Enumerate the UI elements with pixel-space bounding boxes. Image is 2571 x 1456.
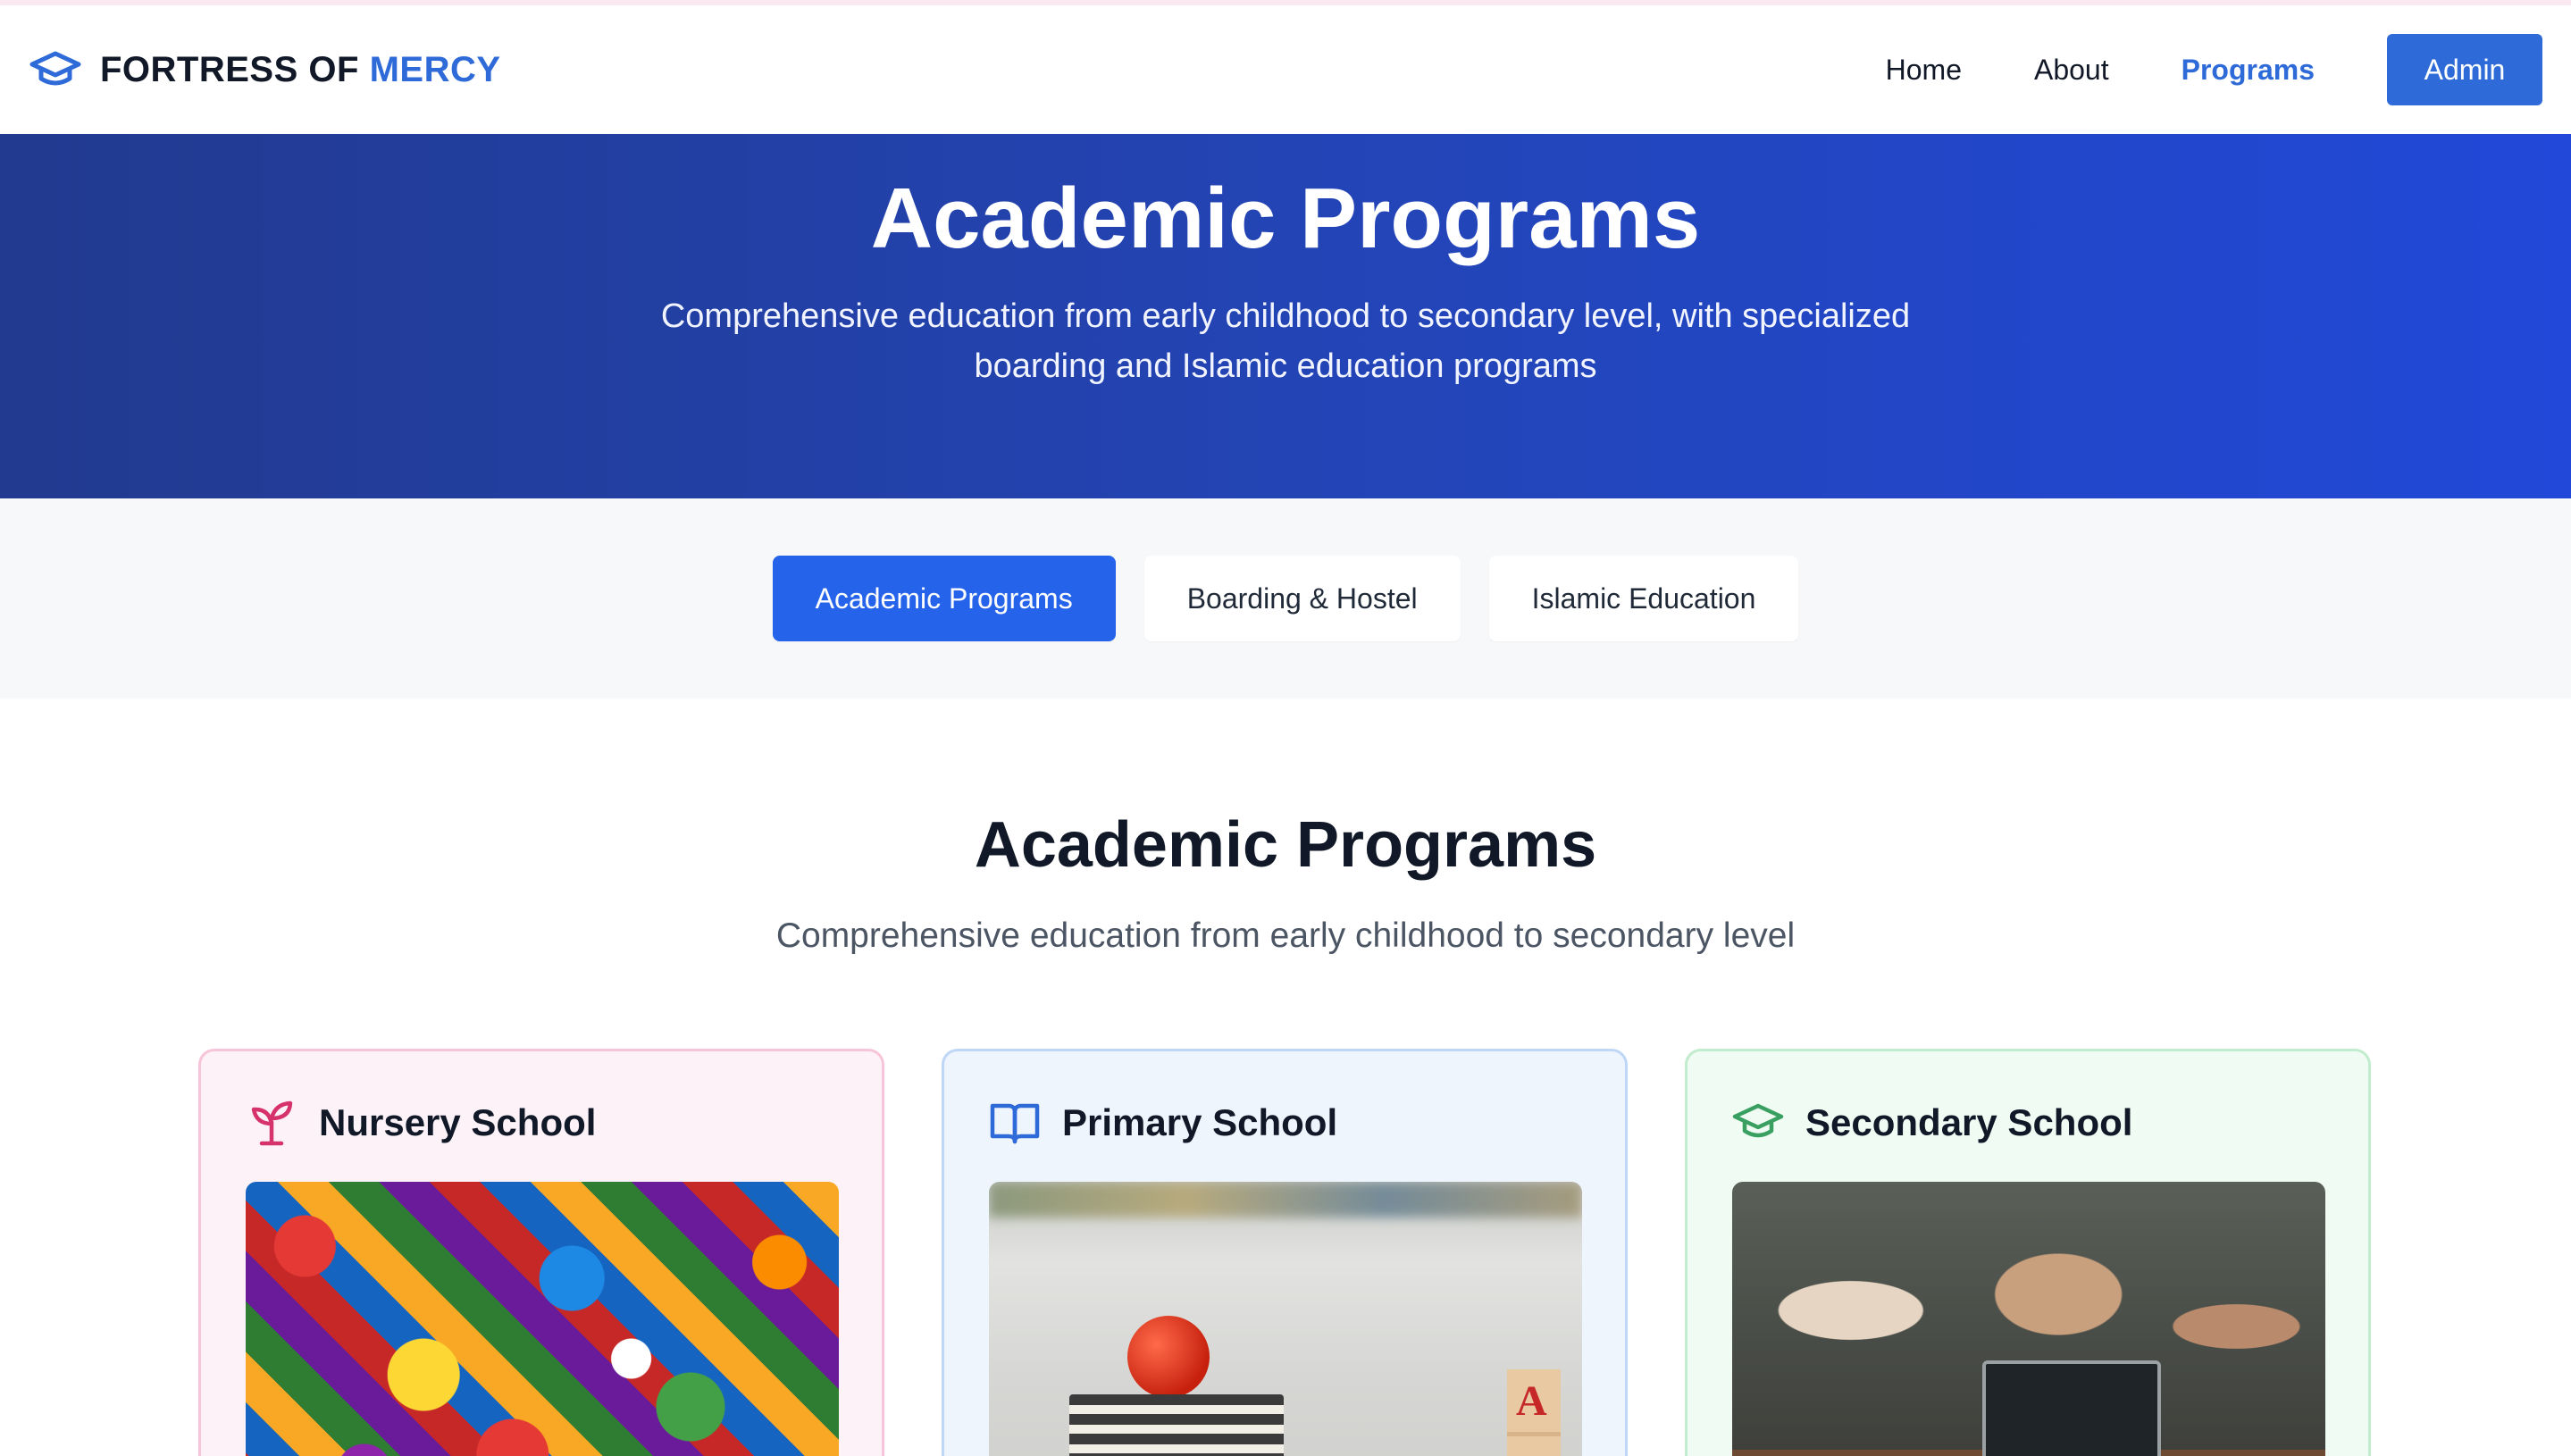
open-book-icon xyxy=(990,1103,1040,1144)
primary-image: A xyxy=(989,1182,1582,1456)
nav-link-home[interactable]: Home xyxy=(1886,54,1962,87)
navbar: FORTRESS OF MERCY Home About Programs Ad… xyxy=(0,5,2571,134)
nav-link-about[interactable]: About xyxy=(2034,54,2109,87)
tab-academic-programs[interactable]: Academic Programs xyxy=(772,556,1116,641)
card-header: Nursery School xyxy=(246,1094,837,1151)
graduation-cap-icon xyxy=(1732,1103,1784,1138)
card-header: Secondary School xyxy=(1732,1094,2324,1151)
program-card-secondary[interactable]: Secondary School xyxy=(1685,1049,2371,1456)
section-title: Academic Programs xyxy=(974,809,1597,881)
brand[interactable]: FORTRESS OF MERCY xyxy=(29,48,501,91)
nav-links: Home About Programs Admin xyxy=(1813,34,2542,105)
graduation-cap-icon xyxy=(29,51,81,86)
sprout-icon xyxy=(251,1100,293,1146)
program-tabs: Academic Programs Boarding & Hostel Isla… xyxy=(0,498,2571,699)
card-header: Primary School xyxy=(989,1094,1580,1151)
program-card-nursery[interactable]: Nursery School xyxy=(198,1049,884,1456)
card-title: Nursery School xyxy=(319,1101,597,1143)
card-title: Primary School xyxy=(1062,1101,1338,1143)
admin-button[interactable]: Admin xyxy=(2387,34,2542,105)
card-title: Secondary School xyxy=(1805,1101,2133,1143)
nursery-image xyxy=(246,1182,839,1456)
secondary-image xyxy=(1732,1182,2325,1456)
nav-link-programs[interactable]: Programs xyxy=(2182,54,2315,87)
tab-islamic-education[interactable]: Islamic Education xyxy=(1488,556,1799,641)
tab-boarding-hostel[interactable]: Boarding & Hostel xyxy=(1143,556,1461,641)
section-subtitle: Comprehensive education from early child… xyxy=(775,916,1796,955)
brand-name-accent: MERCY xyxy=(369,49,501,89)
program-card-primary[interactable]: Primary School A xyxy=(942,1049,1628,1456)
hero-title: Academic Programs xyxy=(870,171,1701,266)
brand-name: FORTRESS OF MERCY xyxy=(100,49,501,89)
hero-subtitle: Comprehensive education from early child… xyxy=(660,297,1911,386)
hero-banner: Academic Programs Comprehensive educatio… xyxy=(0,134,2571,498)
